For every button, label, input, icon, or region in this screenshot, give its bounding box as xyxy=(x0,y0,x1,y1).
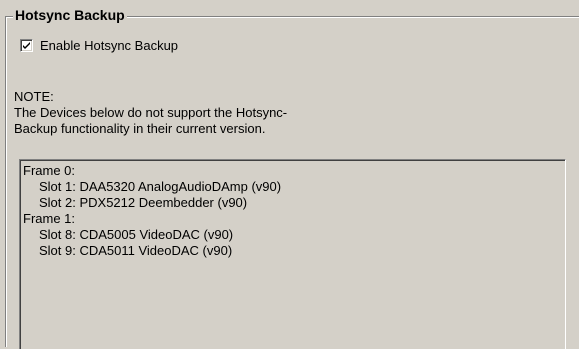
note-line-1: The Devices below do not support the Hot… xyxy=(14,105,288,120)
note-heading: NOTE: xyxy=(14,89,54,104)
groupbox-title: Hotsync Backup xyxy=(13,6,127,24)
enable-hotsync-backup-label[interactable]: Enable Hotsync Backup xyxy=(40,38,178,53)
list-item-slot-1: Slot 1: DAA5320 AnalogAudioDAmp (v90) xyxy=(39,179,282,194)
list-item-frame-0: Frame 0: xyxy=(23,163,76,178)
checkmark-icon xyxy=(23,41,30,49)
enable-hotsync-backup-row[interactable]: Enable Hotsync Backup xyxy=(20,36,178,54)
unsupported-devices-list[interactable]: Frame 0: Slot 1: DAA5320 AnalogAudioDAmp… xyxy=(19,159,566,349)
list-item-frame-1: Frame 1: xyxy=(23,211,76,226)
list-item-slot-8: Slot 8: CDA5005 VideoDAC (v90) xyxy=(39,227,234,242)
list-item-slot-2: Slot 2: PDX5212 Deembedder (v90) xyxy=(39,195,248,210)
note-line-2: Backup functionality in their current ve… xyxy=(14,121,266,136)
note-text: NOTE: The Devices below do not support t… xyxy=(14,89,287,137)
list-item-slot-9: Slot 9: CDA5011 VideoDAC (v90) xyxy=(39,243,233,258)
enable-hotsync-backup-checkbox[interactable] xyxy=(20,38,33,52)
